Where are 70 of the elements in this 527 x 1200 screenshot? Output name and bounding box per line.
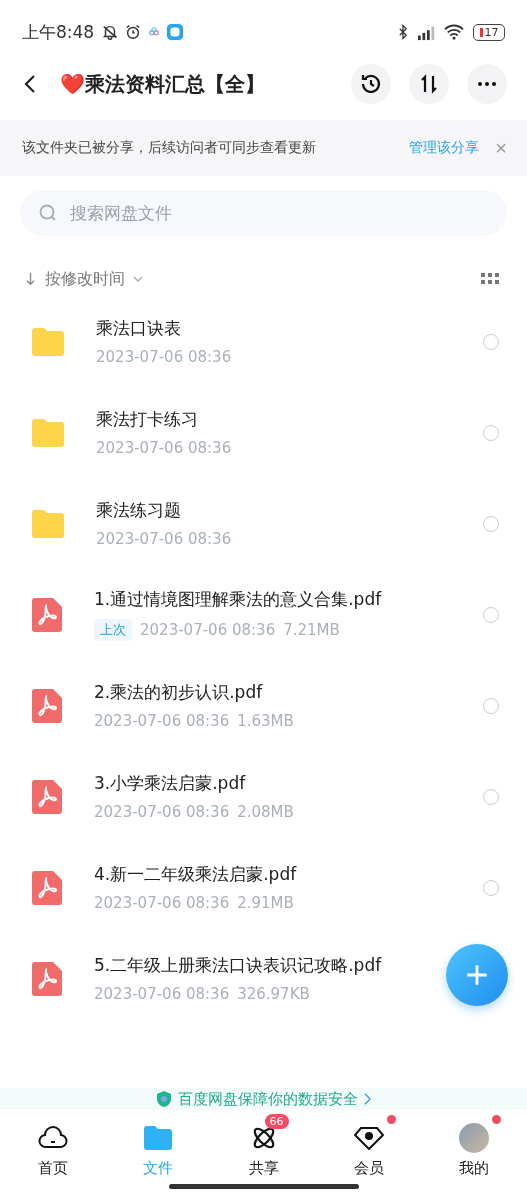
add-button[interactable] — [446, 944, 508, 1006]
wifi-icon — [443, 23, 465, 41]
file-size: 1.63MB — [237, 712, 294, 730]
pdf-file-icon — [32, 779, 62, 814]
sort-dropdown[interactable]: 按修改时间 — [45, 268, 143, 290]
battery-indicator: 17 — [473, 23, 505, 41]
file-date: 2023-07-06 08:36 — [94, 985, 230, 1003]
file-size: 2.91MB — [237, 894, 294, 912]
chevron-right-icon — [364, 1093, 371, 1105]
file-date: 2023-07-06 08:36 — [94, 712, 230, 730]
more-icon — [478, 82, 496, 86]
down-arrow-icon — [26, 272, 35, 286]
nav-tab[interactable]: 会员 — [316, 1111, 422, 1182]
file-row[interactable]: 3.小学乘法启蒙.pdf 2023-07-06 08:36 2.08MB — [0, 751, 527, 842]
nav-tab[interactable]: 首页 — [0, 1111, 106, 1182]
history-icon — [359, 72, 383, 96]
file-date: 2023-07-06 08:36 — [140, 621, 276, 639]
file-size: 2.08MB — [237, 803, 294, 821]
file-row[interactable]: 乘法练习题 2023-07-06 08:36 — [0, 478, 527, 569]
back-icon[interactable] — [24, 74, 36, 94]
folder-icon — [144, 1126, 173, 1150]
last-opened-tag: 上次 — [94, 619, 132, 641]
more-button[interactable] — [467, 64, 507, 104]
share-notice-text: 该文件夹已被分享，后续访问者可同步查看更新 — [22, 139, 316, 157]
file-row[interactable]: 1.通过情境图理解乘法的意义合集.pdf 上次 2023-07-06 08:36 7.21MB — [0, 569, 527, 660]
file-name: 2.乘法的初步认识.pdf — [94, 681, 263, 704]
folder-icon — [32, 327, 64, 356]
count-badge: 66 — [264, 1114, 289, 1129]
home-indicator[interactable] — [168, 1184, 359, 1189]
file-date: 2023-07-06 08:36 — [94, 894, 230, 912]
file-row[interactable]: 5.二年级上册乘法口诀表识记攻略.pdf 2023-07-06 08:36 326.97KB — [0, 933, 527, 1024]
history-button[interactable] — [351, 64, 391, 104]
caret-icon — [133, 276, 143, 282]
file-row[interactable]: 乘法打卡练习 2023-07-06 08:36 — [0, 387, 527, 478]
sort-order-button[interactable] — [409, 64, 449, 104]
folder-icon — [32, 418, 64, 447]
app-icon — [166, 23, 185, 41]
file-date: 2023-07-06 08:36 — [96, 530, 232, 548]
nav-tab[interactable]: 66 共享 — [210, 1111, 317, 1182]
search-field[interactable]: 搜索网盘文件 — [20, 190, 507, 236]
file-name: 乘法口诀表 — [96, 317, 181, 340]
file-name: 4.新一二年级乘法启蒙.pdf — [94, 863, 297, 886]
avatar — [459, 1123, 490, 1153]
file-size: 326.97KB — [237, 985, 310, 1003]
diamond-icon — [353, 1126, 384, 1150]
file-row[interactable]: 4.新一二年级乘法启蒙.pdf 2023-07-06 08:36 2.91MB — [0, 842, 527, 933]
cloud-icon — [37, 1126, 68, 1150]
file-row[interactable]: 2.乘法的初步认识.pdf 2023-07-06 08:36 1.63MB — [0, 660, 527, 751]
file-size: 7.21MB — [283, 621, 340, 639]
file-date: 2023-07-06 08:36 — [94, 803, 230, 821]
shield-icon — [156, 1090, 172, 1108]
pdf-file-icon — [32, 870, 62, 905]
folder-title: ❤乘法资料汇总【全】 — [60, 70, 265, 98]
folder-icon — [32, 509, 64, 538]
file-name: 乘法打卡练习 — [96, 408, 198, 431]
nav-tab[interactable]: 我的 — [421, 1111, 527, 1182]
file-name: 3.小学乘法启蒙.pdf — [94, 772, 246, 795]
file-date: 2023-07-06 08:36 — [96, 348, 232, 366]
status-time: 上午8:48 — [22, 20, 95, 44]
pdf-file-icon — [32, 688, 62, 723]
file-name: 1.通过情境图理解乘法的意义合集.pdf — [94, 588, 382, 611]
grid-view-icon[interactable] — [481, 273, 499, 285]
pdf-file-icon — [32, 597, 62, 632]
pdf-file-icon — [32, 961, 62, 996]
file-row[interactable]: 乘法口诀表 2023-07-06 08:36 — [0, 296, 527, 387]
plus-icon — [464, 962, 490, 988]
file-name: 5.二年级上册乘法口诀表识记攻略.pdf — [94, 954, 382, 977]
file-date: 2023-07-06 08:36 — [96, 439, 232, 457]
file-name: 乘法练习题 — [96, 499, 181, 522]
select-radio[interactable] — [483, 697, 499, 714]
